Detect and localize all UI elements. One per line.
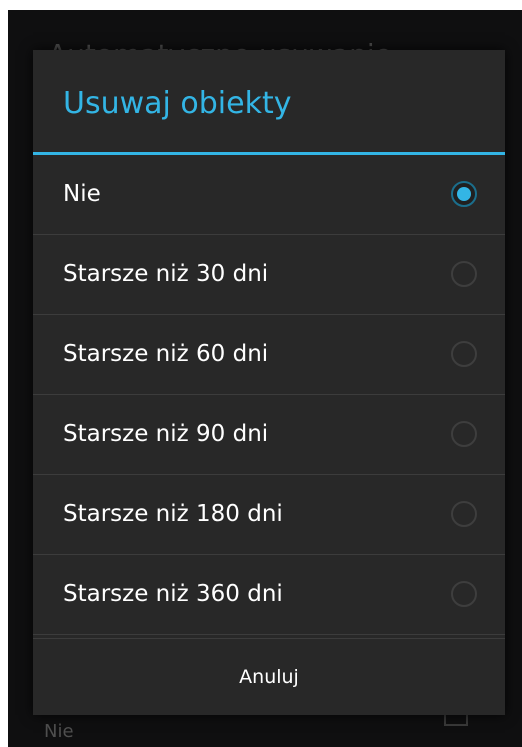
option-label: Starsze niż 90 dni [63, 421, 269, 447]
option-never[interactable]: Nie [33, 155, 505, 235]
option-older-360-days[interactable]: Starsze niż 360 dni [33, 555, 505, 635]
option-older-30-days[interactable]: Starsze niż 30 dni [33, 235, 505, 315]
radio-unselected-icon[interactable] [451, 501, 477, 527]
option-label: Nie [63, 181, 101, 207]
dialog-title: Usuwaj obiekty [63, 86, 292, 121]
option-label: Starsze niż 60 dni [63, 341, 269, 367]
option-older-90-days[interactable]: Starsze niż 90 dni [33, 395, 505, 475]
radio-selected-icon[interactable] [451, 181, 477, 207]
radio-unselected-icon[interactable] [451, 341, 477, 367]
option-label: Starsze niż 180 dni [63, 501, 283, 527]
dialog-footer: Anuluj [33, 638, 505, 715]
delete-items-dialog: Usuwaj obiekty Nie Starsze niż 30 dni St… [33, 50, 505, 715]
option-label: Starsze niż 360 dni [63, 581, 283, 607]
radio-unselected-icon[interactable] [451, 581, 477, 607]
screen: Automatyczne usuwanie Nie Usuwaj obiekty… [8, 10, 522, 747]
radio-unselected-icon[interactable] [451, 261, 477, 287]
cancel-button[interactable]: Anuluj [33, 639, 505, 715]
option-older-180-days[interactable]: Starsze niż 180 dni [33, 475, 505, 555]
option-label: Starsze niż 30 dni [63, 261, 269, 287]
background-setting-value: Nie [44, 721, 74, 742]
option-older-60-days[interactable]: Starsze niż 60 dni [33, 315, 505, 395]
dialog-header: Usuwaj obiekty [33, 50, 505, 155]
radio-unselected-icon[interactable] [451, 421, 477, 447]
